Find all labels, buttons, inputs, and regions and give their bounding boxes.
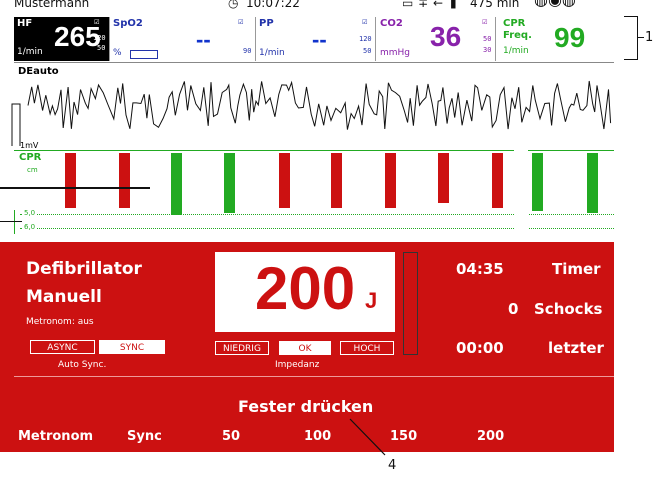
defib-panel: Defibrillator Manuell Metronom: aus ASYN…: [0, 242, 614, 452]
compression-bar: [224, 153, 235, 213]
energy-value: 200: [255, 255, 356, 322]
compression-bar: [119, 153, 130, 208]
cpr-label: CPR: [503, 18, 526, 29]
softkey-energy-100[interactable]: 100: [304, 429, 331, 444]
compression-bar: [279, 153, 290, 208]
alarm-off-icon: ☑: [94, 17, 100, 27]
perfusion-bar: [130, 50, 158, 59]
mode-title-2: Manuell: [26, 287, 102, 307]
hf-unit: 1/min: [17, 47, 43, 57]
callout-1: 1: [645, 30, 654, 45]
metronome-status: Metronom: aus: [26, 317, 94, 327]
energy-display: 200 J: [215, 252, 395, 332]
compression-bar: [532, 153, 543, 211]
cpr-freq-value: 99: [554, 22, 586, 53]
spo2-value: --: [196, 27, 211, 52]
spo2-unit: %: [113, 48, 122, 58]
network-icon: ▭: [402, 0, 414, 10]
co2-limit-lo: 30: [483, 46, 492, 54]
shocks-value: 0: [508, 300, 519, 318]
softkey-sync[interactable]: Sync: [127, 429, 162, 444]
callout-4: 4: [388, 458, 397, 473]
compression-bar: [385, 153, 396, 208]
tile-pp[interactable]: PP -- 1/min ☑ 120 50: [256, 17, 376, 61]
pp-limit-lo: 50: [363, 47, 372, 55]
settings-icons: ◍◉◍: [534, 0, 576, 8]
cpr-prompt: Fester drücken: [238, 397, 374, 416]
async-button[interactable]: ASYNC: [30, 340, 95, 354]
compression-bar: [492, 153, 503, 208]
impedance-low: NIEDRIG: [215, 341, 269, 355]
calibration-pulse: [11, 103, 21, 146]
last-shock-label: letzter: [548, 339, 604, 357]
pp-limit-hi: 120: [359, 35, 372, 43]
sync-button[interactable]: SYNC: [99, 340, 165, 354]
spo2-limit-lo: 90: [243, 47, 252, 55]
pp-unit: 1/min: [259, 48, 285, 58]
softkey-energy-200[interactable]: 200: [477, 429, 504, 444]
softkey-energy-50[interactable]: 50: [222, 429, 240, 444]
timer-label: Timer: [552, 260, 601, 278]
clock-icon: ◷: [228, 0, 239, 10]
shocks-label: Schocks: [534, 300, 603, 318]
ecg-waveform: [11, 80, 612, 146]
pp-label: PP: [259, 18, 274, 29]
hf-limit-hi: 120: [93, 34, 106, 42]
co2-alarm-off-icon: ☑: [482, 17, 488, 27]
softkey-metronome[interactable]: Metronom: [18, 429, 93, 444]
co2-label: CO2: [380, 18, 403, 29]
pointer-line-left-1: [0, 187, 150, 189]
panel-divider: [14, 376, 614, 377]
spo2-label: SpO2: [113, 18, 143, 29]
clock-time: 10:07:22: [246, 0, 300, 10]
mode-title-1: Defibrillator: [26, 259, 142, 279]
compression-bar: [438, 153, 449, 203]
pointer-line-left-2: [0, 221, 22, 222]
trace-gap: [514, 150, 528, 242]
plug-icon: ←: [433, 0, 444, 10]
impedance-caption: Impedanz: [275, 360, 320, 370]
ecg-scale: 1mV: [20, 141, 39, 150]
patient-name: Mustermann: [14, 0, 90, 10]
charge-bar: [403, 252, 418, 355]
hf-limit-lo: 50: [97, 44, 106, 52]
tile-spo2[interactable]: SpO2 -- % ☑ 90: [110, 17, 256, 61]
pp-value: --: [312, 27, 327, 52]
tile-cpr-freq[interactable]: CPR Freq. 1/min 99: [496, 17, 614, 61]
tile-hf[interactable]: HF 265 1/min ☑ 120 50: [14, 17, 110, 61]
compression-bar: [171, 153, 182, 215]
cpr-bars: [65, 150, 598, 242]
status-bar: Mustermann ◷ 10:07:22 ▭ ∓ ← ▮ 475 min ◍◉…: [0, 0, 614, 14]
battery-icon: ▮: [450, 0, 457, 10]
sync-caption: Auto Sync.: [58, 360, 107, 370]
compression-bar: [587, 153, 598, 213]
battery-time: 475 min: [470, 0, 520, 10]
signal-icon: ∓: [418, 0, 429, 10]
hf-label: HF: [17, 18, 33, 29]
pp-alarm-off-icon: ☑: [362, 17, 368, 27]
timer-value: 04:35: [456, 260, 504, 278]
co2-limit-hi: 50: [483, 35, 492, 43]
energy-unit: J: [365, 288, 378, 313]
compression-bar: [331, 153, 342, 208]
monitor-screen: Mustermann ◷ 10:07:22 ▭ ∓ ← ▮ 475 min ◍◉…: [0, 0, 614, 452]
cpr-unit: 1/min: [503, 46, 529, 56]
last-shock-value: 00:00: [456, 339, 504, 357]
impedance-high: HOCH: [340, 341, 394, 355]
divider: [14, 62, 614, 63]
co2-unit: mmHg: [380, 48, 411, 58]
cpr-freq-label: Freq.: [503, 30, 532, 41]
tile-co2[interactable]: CO2 36 mmHg ☑ 50 30: [376, 17, 496, 61]
compression-bar: [65, 153, 76, 208]
callout-bracket-1: [624, 16, 638, 60]
spo2-alarm-off-icon: ☑: [238, 17, 244, 27]
impedance-ok: OK: [279, 341, 331, 355]
co2-value: 36: [430, 21, 462, 52]
callout-tick-1: [638, 37, 644, 38]
